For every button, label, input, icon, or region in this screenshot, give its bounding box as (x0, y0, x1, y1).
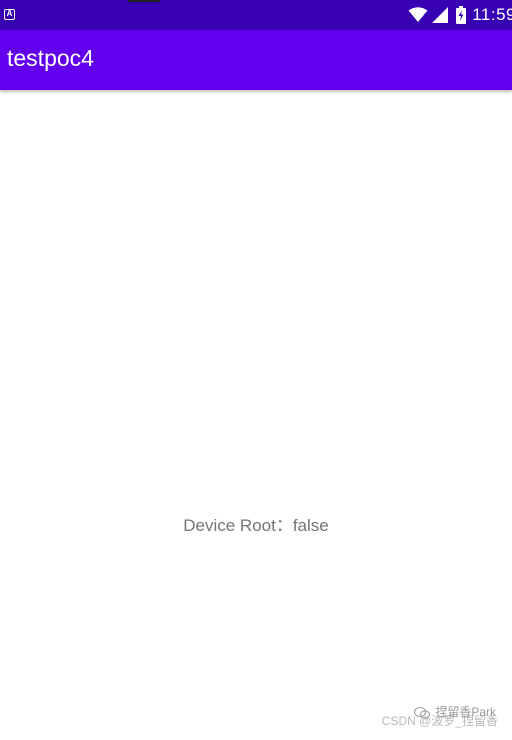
app-notification-icon: A (4, 9, 15, 20)
app-screen: A 11:59 testpoc4 Device Root：false CSDN … (0, 0, 512, 740)
status-bar: A 11:59 (0, 0, 512, 30)
cell-signal-icon (432, 7, 449, 23)
watermark-overlay-text: 捏留香Park (435, 705, 496, 719)
device-root-status-text: Device Root：false (183, 516, 329, 535)
status-time: 11:59 (472, 5, 512, 24)
top-notch (128, 0, 160, 2)
wifi-icon (408, 7, 428, 22)
app-bar: testpoc4 (0, 30, 512, 90)
wechat-watermark: 捏留香Park (412, 703, 496, 720)
app-title: testpoc4 (7, 45, 94, 71)
wechat-icon (413, 706, 430, 719)
battery-charging-icon (456, 6, 467, 24)
status-icons: 11:59 (408, 0, 512, 30)
